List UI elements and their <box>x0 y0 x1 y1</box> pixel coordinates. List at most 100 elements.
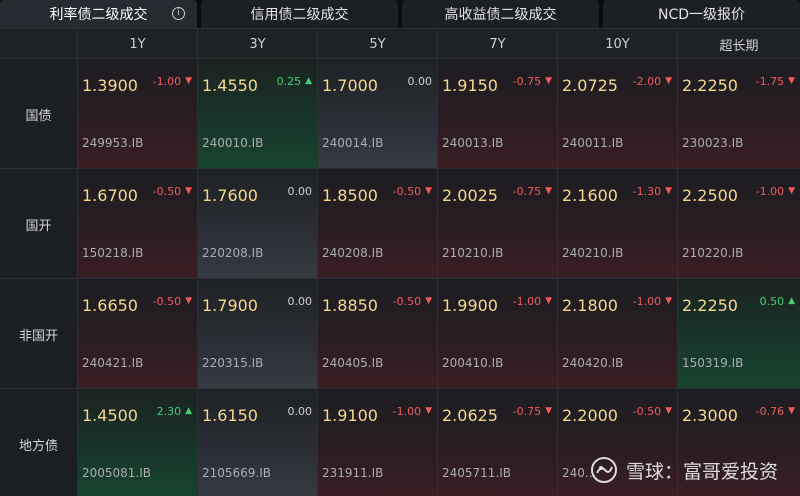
quote-cell[interactable]: 1.8500 -0.50 ▼ 240208.IB <box>318 169 438 279</box>
quote-cell[interactable]: 2.2500 -1.00 ▼ 210220.IB <box>678 169 800 279</box>
quote-cell[interactable]: 1.7900 0.00 220315.IB <box>198 279 318 389</box>
quote-cell[interactable]: 2.1800 -1.00 ▼ 240420.IB <box>558 279 678 389</box>
change-value: 0.00 <box>288 185 313 198</box>
change-text: -1.00 <box>512 295 542 308</box>
yield-value: 2.1600 <box>562 186 618 205</box>
change-value: -1.00 ▼ <box>756 185 795 198</box>
bond-code: 150218.IB <box>82 246 144 260</box>
bond-code: 240421.IB <box>82 356 144 370</box>
triangle-down-icon: ▼ <box>665 76 672 86</box>
column-header-5y: 5Y <box>318 29 438 59</box>
yield-value: 2.1800 <box>562 296 618 315</box>
bond-code: 240420.IB <box>562 356 624 370</box>
change-text: 0.00 <box>287 185 313 198</box>
change-text: -0.50 <box>152 185 182 198</box>
quote-cell[interactable]: 2.0025 -0.75 ▼ 210210.IB <box>438 169 558 279</box>
row-label: 国开 <box>0 169 78 279</box>
bond-code: 240405.IB <box>322 356 384 370</box>
change-text: 0.50 <box>759 295 785 308</box>
change-text: -0.75 <box>512 405 542 418</box>
column-header-7y: 7Y <box>438 29 558 59</box>
bond-code: 220208.IB <box>202 246 264 260</box>
triangle-up-icon: ▲ <box>788 296 795 306</box>
quote-cell[interactable]: 1.8850 -0.50 ▼ 240405.IB <box>318 279 438 389</box>
triangle-down-icon: ▼ <box>185 296 192 306</box>
change-text: -1.30 <box>632 185 662 198</box>
yield-value: 1.7900 <box>202 296 258 315</box>
quote-cell[interactable]: 2.2250 0.50 ▲ 150319.IB <box>678 279 800 389</box>
yield-value: 1.7600 <box>202 186 258 205</box>
triangle-down-icon: ▼ <box>425 406 432 416</box>
quote-cell[interactable]: 1.4550 0.25 ▲ 240010.IB <box>198 59 318 169</box>
quote-cell[interactable]: 1.9100 -1.00 ▼ 231911.IB <box>318 389 438 496</box>
change-text: -1.75 <box>755 75 785 88</box>
tab-ncd-primary-quote[interactable]: NCD一级报价 <box>603 0 800 28</box>
yield-value: 1.7000 <box>322 76 378 95</box>
yield-value: 2.2250 <box>682 296 738 315</box>
yield-value: 1.9900 <box>442 296 498 315</box>
triangle-down-icon: ▼ <box>545 406 552 416</box>
bond-code: 200410.IB <box>442 356 504 370</box>
change-value: -0.75 ▼ <box>513 405 552 418</box>
quote-cell[interactable]: 2.0725 -2.00 ▼ 240011.IB <box>558 59 678 169</box>
quote-cell[interactable]: 1.6700 -0.50 ▼ 150218.IB <box>78 169 198 279</box>
triangle-down-icon: ▼ <box>665 406 672 416</box>
quote-cell[interactable]: 2.2000 -0.50 ▼ 240... <box>558 389 678 496</box>
bond-code: 240210.IB <box>562 246 624 260</box>
quote-cell[interactable]: 1.4500 2.30 ▲ 2005081.IB <box>78 389 198 496</box>
change-text: 0.00 <box>407 75 433 88</box>
change-text: -0.50 <box>152 295 182 308</box>
yield-value: 1.6650 <box>82 296 138 315</box>
change-value: -0.76 ▼ <box>756 405 795 418</box>
yield-value: 1.8850 <box>322 296 378 315</box>
quote-cell[interactable]: 1.7000 0.00 240014.IB <box>318 59 438 169</box>
quote-cell[interactable]: 1.3900 -1.00 ▼ 249953.IB <box>78 59 198 169</box>
quote-cell[interactable]: 1.6650 -0.50 ▼ 240421.IB <box>78 279 198 389</box>
tab-high-yield-secondary[interactable]: 高收益债二级成交 <box>402 0 599 28</box>
bond-code: 240... <box>562 466 597 480</box>
yield-value: 1.4550 <box>202 76 258 95</box>
change-value: -0.75 ▼ <box>513 185 552 198</box>
column-header-3y: 3Y <box>198 29 318 59</box>
grid-row: 非国开 1.6650 -0.50 ▼ 240421.IB 1.7900 0.00 220315… <box>0 278 800 389</box>
change-value: -0.50 ▼ <box>153 185 192 198</box>
change-text: -1.00 <box>392 405 422 418</box>
bond-code: 230023.IB <box>682 136 744 150</box>
change-value: -2.00 ▼ <box>633 75 672 88</box>
info-icon[interactable]: i <box>172 7 185 20</box>
quote-cell[interactable]: 2.1600 -1.30 ▼ 240210.IB <box>558 169 678 279</box>
bond-code: 240010.IB <box>202 136 264 150</box>
bond-code: 2405711.IB <box>442 466 512 480</box>
triangle-down-icon: ▼ <box>665 296 672 306</box>
change-value: -0.75 ▼ <box>513 75 552 88</box>
change-value: -1.00 ▼ <box>153 75 192 88</box>
change-text: 0.25 <box>276 75 302 88</box>
yield-value: 1.9100 <box>322 406 378 425</box>
triangle-up-icon: ▲ <box>185 406 192 416</box>
quote-cell[interactable]: 1.7600 0.00 220208.IB <box>198 169 318 279</box>
column-header-ultra-long: 超长期 <box>719 38 759 54</box>
change-text: 0.00 <box>287 295 313 308</box>
yield-value: 2.2250 <box>682 76 738 95</box>
header-corner <box>0 29 78 59</box>
quote-cell[interactable]: 1.6150 0.00 2105669.IB <box>198 389 318 496</box>
triangle-down-icon: ▼ <box>425 186 432 196</box>
quote-cell[interactable]: 2.3000 -0.76 ▼ <box>678 389 800 496</box>
change-value: -0.50 ▼ <box>393 295 432 308</box>
triangle-down-icon: ▼ <box>185 186 192 196</box>
tab-credit-bond-secondary[interactable]: 信用债二级成交 <box>201 0 398 28</box>
triangle-up-icon: ▲ <box>305 76 312 86</box>
change-value: -1.00 ▼ <box>633 295 672 308</box>
yield-value: 1.4500 <box>82 406 138 425</box>
quote-cell[interactable]: 2.0625 -0.75 ▼ 2405711.IB <box>438 389 558 496</box>
tab-rate-bond-secondary[interactable]: 利率债二级成交 i <box>0 0 197 28</box>
tab-label: NCD一级报价 <box>657 7 746 23</box>
quote-cell[interactable]: 2.2250 -1.75 ▼ 230023.IB <box>678 59 800 169</box>
change-text: 0.00 <box>287 405 313 418</box>
change-text: -0.75 <box>512 185 542 198</box>
change-value: 0.00 <box>288 295 313 308</box>
quote-cell[interactable]: 1.9150 -0.75 ▼ 240013.IB <box>438 59 558 169</box>
quote-cell[interactable]: 1.9900 -1.00 ▼ 200410.IB <box>438 279 558 389</box>
change-text: -1.00 <box>632 295 662 308</box>
change-text: -0.75 <box>512 75 542 88</box>
